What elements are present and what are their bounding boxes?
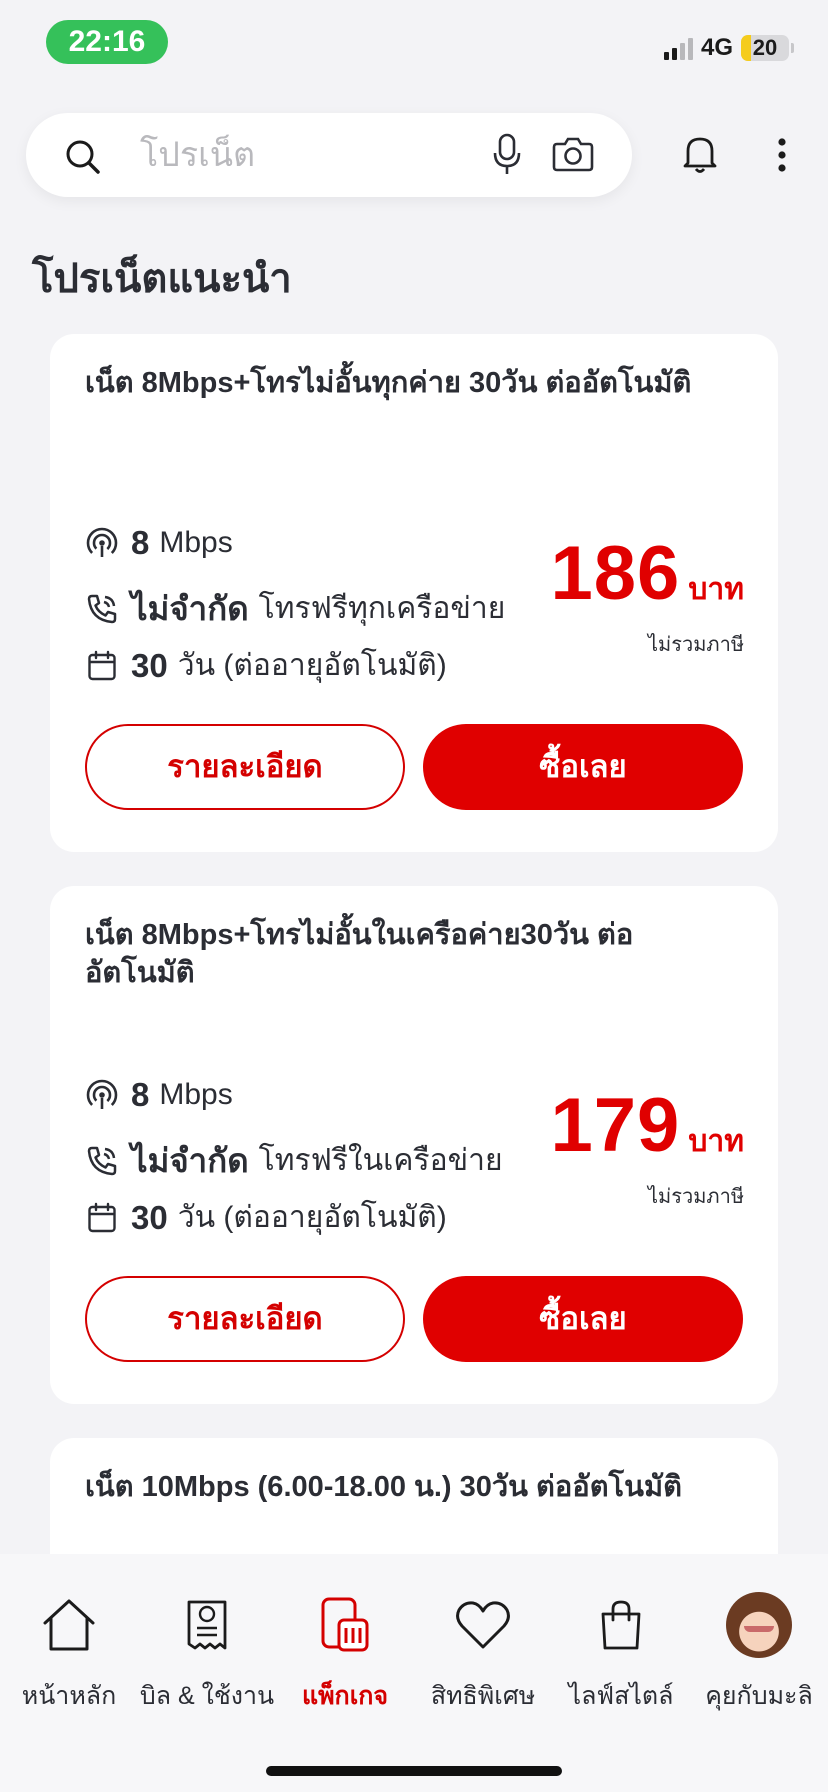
bottom-navigation: หน้าหลัก บิล & ใช้งาน แพ็กเกจ สิทธิพิเศษ…: [0, 1554, 828, 1792]
package-icon: [321, 1597, 369, 1652]
days-value: 30: [131, 1198, 168, 1236]
microphone-icon[interactable]: [492, 133, 522, 177]
call-row: ไม่จำกัด โทรฟรีในเครือข่าย: [85, 1134, 503, 1187]
vat-note: ไม่รวมภาษี: [648, 634, 744, 656]
nav-label: บิล & ใช้งาน: [139, 1682, 275, 1710]
search-input[interactable]: [140, 131, 490, 179]
package-card[interactable]: เน็ต 8Mbps+โทรไม่อั้นทุกค่าย 30วัน ต่ออั…: [50, 334, 778, 852]
speed-value: 8: [131, 524, 150, 561]
details-button[interactable]: รายละเอียด: [85, 724, 405, 810]
days-value: 30: [131, 646, 168, 684]
more-menu-icon[interactable]: [776, 138, 788, 172]
speed-row: 8 Mbps: [85, 524, 233, 562]
price-unit: บาท: [688, 1125, 744, 1158]
details-button[interactable]: รายละเอียด: [85, 1276, 405, 1362]
home-icon: [43, 1599, 95, 1651]
price: 186 บาท: [551, 530, 744, 617]
nav-label: ไลฟ์สไตล์: [568, 1682, 674, 1710]
notification-bell-icon[interactable]: [680, 133, 720, 175]
speed-unit: Mbps: [159, 1078, 233, 1111]
network-type: 4G: [700, 34, 733, 61]
bill-icon: [187, 1600, 227, 1650]
section-title: โปรเน็ตแนะนำ: [32, 257, 292, 301]
nav-label: แพ็กเกจ: [301, 1682, 389, 1710]
call-limit: ไม่จำกัด: [131, 590, 249, 627]
nav-label: คุยกับมะลิ: [705, 1682, 813, 1710]
status-time: 22:16: [46, 20, 168, 64]
status-indicators: 4G 20: [663, 34, 794, 62]
speed-row: 8 Mbps: [85, 1076, 233, 1114]
signal-icon: [663, 36, 693, 60]
search-bar[interactable]: [26, 113, 632, 197]
package-title: เน็ต 8Mbps+โทรไม่อั้นทุกค่าย 30วัน ต่ออั…: [85, 367, 692, 399]
wifi-signal-icon: [86, 1079, 118, 1111]
nav-label: สิทธิพิเศษ: [430, 1682, 536, 1710]
buy-now-button[interactable]: ซื้อเลย: [423, 724, 743, 810]
assistant-avatar: [726, 1592, 792, 1658]
package-title: เน็ต 10Mbps (6.00-18.00 น.) 30วัน ต่ออัต…: [85, 1471, 682, 1503]
battery-icon: 20: [741, 35, 789, 61]
nav-package[interactable]: แพ็กเกจ: [276, 1592, 414, 1716]
price-amount: 186: [550, 531, 681, 616]
nav-privileges[interactable]: สิทธิพิเศษ: [414, 1592, 552, 1716]
vat-note: ไม่รวมภาษี: [648, 1186, 744, 1208]
wifi-signal-icon: [86, 527, 118, 559]
nav-chat-assistant[interactable]: คุยกับมะลิ: [690, 1592, 828, 1716]
price-amount: 179: [550, 1083, 681, 1168]
buy-now-button[interactable]: ซื้อเลย: [423, 1276, 743, 1362]
call-description: โทรฟรีในเครือข่าย: [258, 1144, 503, 1177]
nav-label: หน้าหลัก: [21, 1682, 117, 1710]
validity-row: 30 วัน (ต่ออายุอัตโนมัติ): [85, 1194, 447, 1241]
days-description: วัน (ต่ออายุอัตโนมัติ): [177, 1201, 447, 1234]
speed-value: 8: [131, 1076, 150, 1113]
app-screen: 22:16 4G 20 โปรเน็ต โปรเน็ตแนะนำ เน็ต 8M…: [0, 0, 828, 1792]
price-unit: บาท: [688, 573, 744, 606]
validity-row: 30 วัน (ต่ออายุอัตโนมัติ): [85, 642, 447, 689]
package-card[interactable]: เน็ต 8Mbps+โทรไม่อั้นในเครือค่าย30วัน ต่…: [50, 886, 778, 1404]
search-icon: [66, 140, 100, 174]
shopping-bag-icon: [601, 1600, 641, 1650]
battery-cap: [791, 43, 794, 53]
calendar-icon: [88, 1202, 116, 1232]
price: 179 บาท: [551, 1082, 744, 1169]
battery-level: 20: [752, 35, 778, 60]
calendar-icon: [88, 650, 116, 680]
phone-call-icon: [87, 594, 117, 623]
call-description: โทรฟรีทุกเครือข่าย: [258, 592, 506, 625]
heart-icon: [456, 1601, 510, 1649]
package-title: เน็ต 8Mbps+โทรไม่อั้นในเครือค่าย30วัน ต่…: [85, 919, 634, 989]
call-limit: ไม่จำกัด: [131, 1142, 249, 1179]
phone-call-icon: [87, 1146, 117, 1175]
home-indicator: [266, 1766, 562, 1776]
days-description: วัน (ต่ออายุอัตโนมัติ): [177, 649, 447, 682]
camera-icon[interactable]: [552, 135, 594, 173]
call-row: ไม่จำกัด โทรฟรีทุกเครือข่าย: [85, 582, 505, 635]
nav-lifestyle[interactable]: ไลฟ์สไตล์: [552, 1592, 690, 1716]
nav-bill-usage[interactable]: บิล & ใช้งาน: [138, 1592, 276, 1716]
speed-unit: Mbps: [159, 526, 233, 559]
nav-home[interactable]: หน้าหลัก: [0, 1592, 138, 1716]
